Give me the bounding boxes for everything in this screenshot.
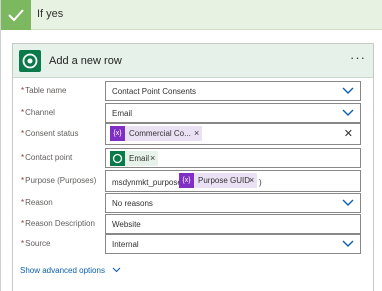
action-card: Add a new row ··· *Table name Contact Po… xyxy=(12,43,374,291)
contact-point-field[interactable]: Email × xyxy=(105,148,361,168)
remove-token-icon[interactable]: × xyxy=(150,153,155,163)
dynamic-content-token[interactable]: Email × xyxy=(110,151,158,166)
expression-icon: {x} xyxy=(110,126,125,141)
field-row-source: *Source Internal xyxy=(13,234,373,256)
consent-status-field[interactable]: {x} Commercial Co... × ✕ xyxy=(105,123,361,145)
field-label: *Channel xyxy=(21,108,55,117)
token-label: Commercial Co... xyxy=(129,129,191,138)
chevron-down-icon xyxy=(112,266,121,275)
field-row-contact-point: *Contact point Email × xyxy=(13,148,373,170)
expression-prefix: msdynmkt_purposes( xyxy=(112,178,189,187)
field-row-consent-status: *Consent status {x} Commercial Co... × ✕ xyxy=(13,123,373,145)
field-value: No reasons xyxy=(112,199,153,208)
purpose-field[interactable]: msdynmkt_purposes( {x} Purpose GUID × ) xyxy=(105,170,361,192)
dataverse-icon xyxy=(19,50,41,72)
field-value: Email xyxy=(112,109,133,118)
checkmark-icon xyxy=(1,0,31,30)
condition-branch-header[interactable]: If yes xyxy=(1,0,382,30)
field-label: *Reason xyxy=(21,198,53,207)
dataverse-icon xyxy=(110,151,125,166)
show-advanced-options-link[interactable]: Show advanced options xyxy=(20,266,121,275)
reason-description-input[interactable]: Website xyxy=(105,214,361,234)
field-row-purpose: *Purpose (Purposes) msdynmkt_purposes( {… xyxy=(13,170,373,192)
field-row-channel: *Channel Email xyxy=(13,103,373,125)
remove-token-icon[interactable]: × xyxy=(194,128,199,138)
field-label: *Source xyxy=(21,239,51,248)
action-card-header[interactable]: Add a new row ··· xyxy=(13,44,373,78)
field-row-table-name: *Table name Contact Point Consents xyxy=(13,81,373,103)
field-label: *Purpose (Purposes) xyxy=(21,176,97,185)
field-label: *Consent status xyxy=(21,129,79,138)
channel-dropdown[interactable]: Email xyxy=(105,103,361,123)
chevron-down-icon xyxy=(342,199,354,206)
field-label: *Contact point xyxy=(21,153,73,162)
field-row-reason: *Reason No reasons xyxy=(13,193,373,215)
expression-suffix: ) xyxy=(259,178,262,187)
source-dropdown[interactable]: Internal xyxy=(105,234,361,254)
field-label: *Table name xyxy=(21,86,67,95)
advanced-options-label: Show advanced options xyxy=(20,266,105,275)
table-name-dropdown[interactable]: Contact Point Consents xyxy=(105,81,361,101)
dynamic-content-token[interactable]: {x} Commercial Co... × xyxy=(110,126,202,141)
remove-token-icon[interactable]: × xyxy=(249,175,254,185)
condition-label: If yes xyxy=(37,8,64,20)
field-value: Internal xyxy=(112,240,139,249)
chevron-down-icon xyxy=(342,240,354,247)
clear-icon[interactable]: ✕ xyxy=(344,127,353,140)
reason-dropdown[interactable]: No reasons xyxy=(105,193,361,213)
chevron-down-icon xyxy=(342,109,354,116)
field-row-reason-description: *Reason Description Website xyxy=(13,214,373,236)
chevron-down-icon xyxy=(342,87,354,94)
token-label: Purpose GUID xyxy=(198,176,251,185)
token-label: Email xyxy=(129,154,150,163)
more-options-button[interactable]: ··· xyxy=(350,50,366,65)
field-label: *Reason Description xyxy=(21,219,95,228)
field-value: Contact Point Consents xyxy=(112,87,197,96)
flow-canvas: If yes Add a new row ··· *Table name Con… xyxy=(0,0,382,291)
action-title: Add a new row xyxy=(49,55,122,67)
expression-icon: {x} xyxy=(179,173,194,188)
dynamic-content-token[interactable]: {x} Purpose GUID × xyxy=(179,173,257,188)
field-value: Website xyxy=(112,220,141,229)
